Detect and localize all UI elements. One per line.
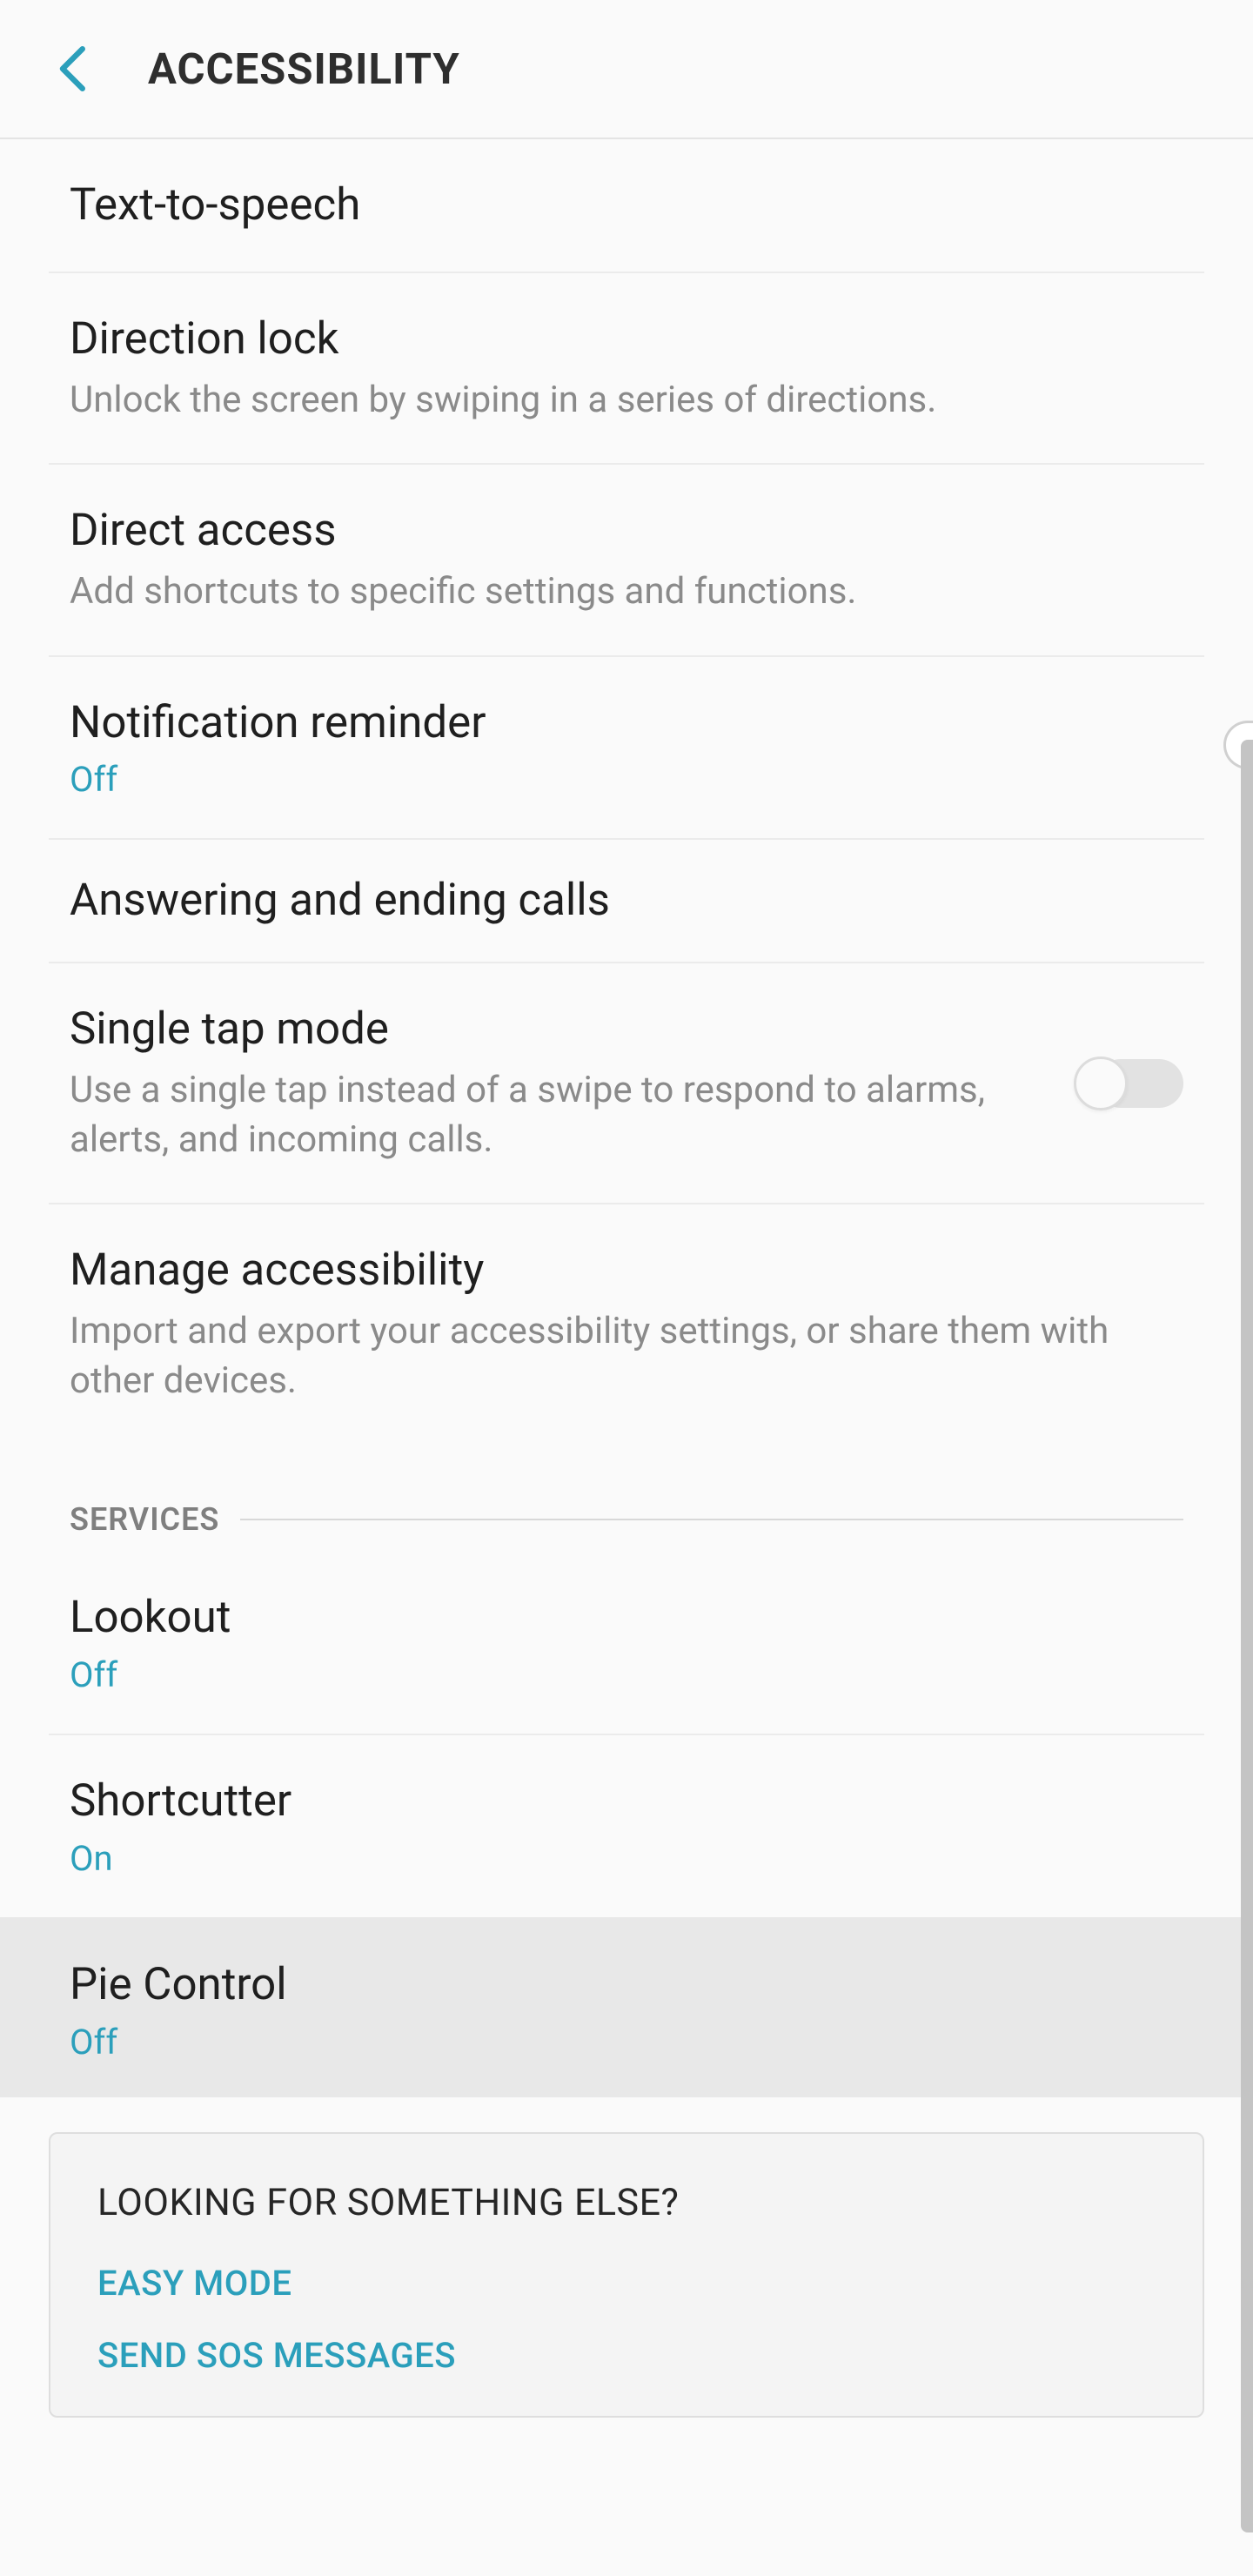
row-subtitle: Use a single tap instead of a swipe to r… [70,1066,1044,1164]
row-pie-control[interactable]: Pie Control Off [0,1917,1253,2097]
card-title: LOOKING FOR SOMETHING ELSE? [97,2181,1156,2224]
row-single-tap-mode[interactable]: Single tap mode Use a single tap instead… [0,963,1253,1203]
row-manage-accessibility[interactable]: Manage accessibility Import and export y… [0,1204,1253,1458]
row-status: Off [70,1654,1183,1695]
accessibility-settings-screen: ACCESSIBILITY Text-to-speech Direction l… [0,0,1253,2576]
link-send-sos[interactable]: SEND SOS MESSAGES [97,2335,1156,2376]
back-icon[interactable] [52,47,96,91]
link-easy-mode[interactable]: EASY MODE [97,2263,1156,2304]
section-line [240,1519,1183,1520]
toggle-thumb [1074,1057,1128,1110]
row-title: Text-to-speech [70,178,1183,233]
single-tap-toggle[interactable] [1079,1056,1183,1111]
row-status: Off [70,759,1183,800]
row-title: Lookout [70,1590,1183,1646]
section-header-services: SERVICES [0,1458,1253,1564]
settings-list: Text-to-speech Direction lock Unlock the… [0,139,1253,2418]
row-title: Answering and ending calls [70,873,1183,929]
row-subtitle: Add shortcuts to specific settings and f… [70,567,1183,617]
row-title: Direct access [70,503,1183,559]
row-text-to-speech[interactable]: Text-to-speech [0,139,1253,272]
row-direct-access[interactable]: Direct access Add shortcuts to specific … [0,465,1253,654]
row-notification-reminder[interactable]: Notification reminder Off [0,657,1253,839]
row-lookout[interactable]: Lookout Off [0,1564,1253,1734]
row-shortcutter[interactable]: Shortcutter On [0,1735,1253,1917]
row-direction-lock[interactable]: Direction lock Unlock the screen by swip… [0,273,1253,463]
row-status: Off [70,2022,1183,2063]
row-title: Notification reminder [70,695,1183,751]
row-answering-ending-calls[interactable]: Answering and ending calls [0,840,1253,962]
app-header: ACCESSIBILITY [0,0,1253,139]
row-title: Pie Control [70,1957,1183,2013]
row-subtitle: Unlock the screen by swiping in a series… [70,376,1183,426]
row-title: Direction lock [70,312,1183,367]
looking-for-card: LOOKING FOR SOMETHING ELSE? EASY MODE SE… [49,2132,1204,2418]
row-title: Manage accessibility [70,1243,1183,1298]
row-title: Shortcutter [70,1774,1183,1829]
scrollbar[interactable] [1241,740,1253,2532]
row-title: Single tap mode [70,1002,1044,1057]
page-title: ACCESSIBILITY [148,44,460,94]
row-subtitle: Import and export your accessibility set… [70,1307,1183,1405]
row-status: On [70,1838,1183,1879]
section-label: SERVICES [70,1501,219,1538]
